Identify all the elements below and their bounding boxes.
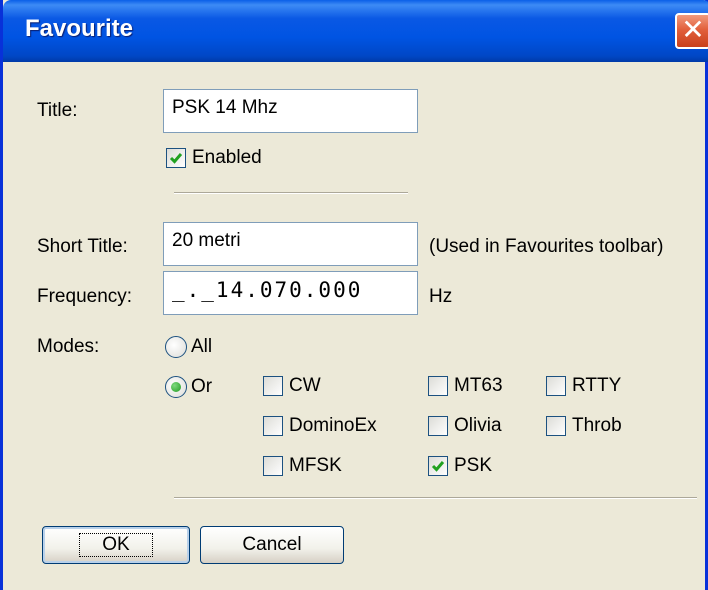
throb-checkbox[interactable] bbox=[546, 416, 566, 436]
throb-label: Throb bbox=[572, 415, 622, 436]
rtty-label: RTTY bbox=[572, 375, 622, 396]
frequency-label: Frequency: bbox=[37, 286, 133, 307]
enabled-checkbox[interactable] bbox=[166, 148, 186, 168]
mfsk-checkbox[interactable] bbox=[263, 456, 283, 476]
ok-button[interactable]: OK bbox=[42, 526, 190, 564]
olivia-label: Olivia bbox=[454, 415, 502, 436]
all-radio-label: All bbox=[191, 336, 213, 357]
frequency-unit: Hz bbox=[429, 286, 453, 307]
mt63-label: MT63 bbox=[454, 375, 503, 396]
cw-checkbox[interactable] bbox=[263, 376, 283, 396]
short-title-input[interactable]: 20 metri bbox=[163, 222, 418, 266]
title-bar[interactable]: Favourite bbox=[3, 0, 708, 62]
close-button[interactable]: ✕ bbox=[675, 13, 708, 49]
window-title: Favourite bbox=[25, 15, 134, 42]
short-title-label: Short Title: bbox=[37, 236, 128, 257]
short-title-hint: (Used in Favourites toolbar) bbox=[429, 236, 664, 257]
psk-label: PSK bbox=[454, 455, 493, 476]
dominoex-label: DominoEx bbox=[289, 415, 377, 436]
checkmark-icon bbox=[169, 153, 183, 164]
dominoex-checkbox[interactable] bbox=[263, 416, 283, 436]
modes-label: Modes: bbox=[37, 336, 100, 357]
close-icon: ✕ bbox=[681, 14, 705, 45]
cancel-button[interactable]: Cancel bbox=[200, 526, 344, 564]
or-radio[interactable] bbox=[165, 376, 187, 398]
checkmark-icon bbox=[431, 461, 445, 472]
mfsk-label: MFSK bbox=[289, 455, 342, 476]
ok-button-label: OK bbox=[79, 533, 153, 557]
title-input[interactable]: PSK 14 Mhz bbox=[163, 89, 418, 133]
mt63-checkbox[interactable] bbox=[428, 376, 448, 396]
separator-bottom bbox=[174, 497, 697, 499]
radio-selected-dot bbox=[171, 382, 181, 392]
separator-top bbox=[174, 192, 408, 194]
olivia-checkbox[interactable] bbox=[428, 416, 448, 436]
all-radio[interactable] bbox=[165, 336, 187, 358]
or-radio-label: Or bbox=[191, 376, 213, 397]
title-label: Title: bbox=[37, 100, 78, 121]
frequency-input[interactable]: _._14.070.000 bbox=[163, 271, 418, 315]
psk-checkbox[interactable] bbox=[428, 456, 448, 476]
favourite-dialog: Favourite ✕ Title: PSK 14 Mhz Enabled Sh… bbox=[0, 0, 708, 590]
cancel-button-label: Cancel bbox=[242, 534, 302, 555]
rtty-checkbox[interactable] bbox=[546, 376, 566, 396]
cw-label: CW bbox=[289, 375, 321, 396]
enabled-label: Enabled bbox=[192, 147, 262, 168]
